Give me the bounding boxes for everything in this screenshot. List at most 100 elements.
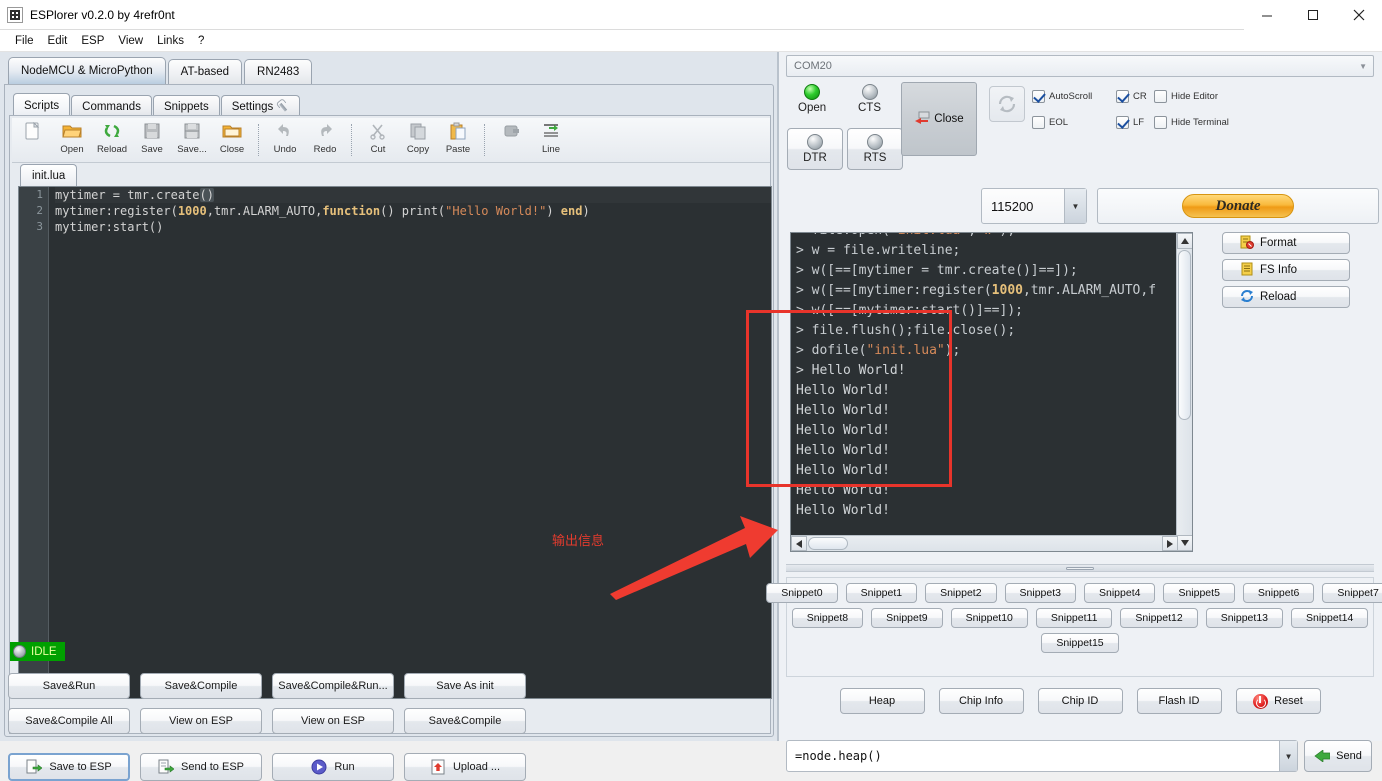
chevron-down-icon[interactable]: ▼ — [1279, 741, 1297, 771]
lf-checkbox-row[interactable]: LF — [1116, 116, 1144, 129]
maximize-button[interactable] — [1290, 0, 1336, 30]
toolbar-close[interactable]: Close — [212, 119, 252, 162]
tab-settings[interactable]: Settings — [220, 95, 301, 117]
left-panel: NodeMCU & MicroPython AT-based RN2483 Sc… — [0, 52, 779, 781]
send-command-button[interactable]: Send — [1304, 740, 1372, 772]
scroll-left-icon[interactable] — [791, 536, 807, 551]
chip-id-button[interactable]: Chip ID — [1037, 688, 1123, 714]
terminal-horizontal-scrollbar[interactable] — [791, 535, 1178, 551]
autoscroll-checkbox[interactable] — [1032, 90, 1045, 103]
terminal-line: Hello World! — [796, 443, 890, 458]
snippet-button-4[interactable]: Snippet4 — [1084, 583, 1156, 603]
code-editor[interactable]: 1 2 3 mytimer = tmr.create() mytimer:reg… — [18, 186, 772, 699]
format-button[interactable]: Format — [1222, 232, 1350, 254]
lf-checkbox[interactable] — [1116, 116, 1129, 129]
toolbar-paste[interactable]: Paste — [438, 119, 478, 162]
terminal-vertical-scrollbar[interactable] — [1176, 233, 1192, 551]
toolbar-save-as[interactable]: Save... — [172, 119, 212, 162]
snippet-button-6[interactable]: Snippet6 — [1242, 583, 1315, 603]
rts-button[interactable]: RTS — [847, 128, 903, 170]
serial-terminal[interactable]: > file.open("init.lua","w"); > w = file.… — [790, 232, 1193, 552]
close-button[interactable] — [1336, 0, 1382, 30]
snippet-button-15[interactable]: Snippet15 — [1041, 633, 1119, 653]
cr-checkbox[interactable] — [1116, 90, 1129, 103]
tab-at-based[interactable]: AT-based — [167, 59, 243, 84]
eol-checkbox[interactable] — [1032, 116, 1045, 129]
flash-id-button[interactable]: Flash ID — [1136, 688, 1222, 714]
tab-commands[interactable]: Commands — [71, 95, 152, 117]
toolbar-redo[interactable]: Redo — [305, 119, 345, 162]
toolbar-line[interactable]: Line — [531, 119, 571, 162]
com-port-selector[interactable]: COM20 ▼ — [786, 55, 1374, 77]
toolbar-save[interactable]: Save — [132, 119, 172, 162]
cr-checkbox-row[interactable]: CR — [1116, 90, 1147, 103]
snippet-button-10[interactable]: Snippet10 — [950, 608, 1028, 628]
run-button[interactable]: Run — [272, 753, 394, 781]
upload-button[interactable]: Upload ... — [404, 753, 526, 781]
menu-view[interactable]: View — [111, 33, 150, 49]
chip-info-button[interactable]: Chip Info — [938, 688, 1024, 714]
autoscroll-checkbox-row[interactable]: AutoScroll — [1032, 90, 1092, 103]
scroll-up-icon[interactable] — [1177, 233, 1192, 249]
save-compile-all-button[interactable]: Save&Compile All — [8, 708, 130, 734]
snippet-button-11[interactable]: Snippet11 — [1035, 608, 1113, 628]
reset-button[interactable]: Reset — [1235, 688, 1321, 714]
view-on-esp-button-2[interactable]: View on ESP — [272, 708, 394, 734]
toolbar-cut[interactable]: Cut — [358, 119, 398, 162]
eol-checkbox-row[interactable]: EOL — [1032, 116, 1068, 129]
snippet-button-0[interactable]: Snippet0 — [766, 583, 838, 603]
save-compile-run-button[interactable]: Save&Compile&Run... — [272, 673, 394, 699]
splitter-handle[interactable] — [786, 564, 1374, 572]
snippet-button-1[interactable]: Snippet1 — [845, 583, 918, 603]
refresh-ports-button[interactable] — [989, 86, 1025, 122]
terminal-hscroll-thumb[interactable] — [808, 537, 848, 550]
hide-terminal-checkbox[interactable] — [1154, 116, 1167, 129]
toolbar-reload[interactable]: Reload — [92, 119, 132, 162]
tab-rn2483[interactable]: RN2483 — [244, 59, 313, 84]
terminal-vscroll-thumb[interactable] — [1178, 250, 1191, 420]
menu-file[interactable]: File — [8, 33, 41, 49]
hide-editor-checkbox[interactable] — [1154, 90, 1167, 103]
fs-info-button[interactable]: FS Info — [1222, 259, 1350, 281]
toolbar-copy[interactable]: Copy — [398, 119, 438, 162]
menu-edit[interactable]: Edit — [41, 33, 75, 49]
close-connection-button[interactable]: Close — [901, 82, 977, 156]
menu-esp[interactable]: ESP — [74, 33, 111, 49]
heap-button[interactable]: Heap — [839, 688, 925, 714]
toolbar-new[interactable] — [12, 119, 52, 162]
send-to-esp-button[interactable]: Send to ESP — [140, 753, 262, 781]
toolbar-undo[interactable]: Undo — [265, 119, 305, 162]
scroll-down-icon[interactable] — [1177, 535, 1192, 551]
snippet-button-8[interactable]: Snippet8 — [791, 608, 864, 628]
menu-links[interactable]: Links — [150, 33, 191, 49]
file-tab-init-lua[interactable]: init.lua — [20, 164, 78, 186]
snippet-button-13[interactable]: Snippet13 — [1205, 608, 1283, 628]
snippet-button-9[interactable]: Snippet9 — [871, 608, 943, 628]
snippet-button-12[interactable]: Snippet12 — [1120, 608, 1198, 628]
snippet-button-14[interactable]: Snippet14 — [1291, 608, 1369, 628]
toolbar-comment[interactable] — [491, 119, 531, 162]
copy-icon — [407, 122, 429, 143]
save-and-run-button[interactable]: Save&Run — [8, 673, 130, 699]
tab-scripts[interactable]: Scripts — [13, 93, 71, 117]
menu-help[interactable]: ? — [191, 33, 211, 49]
toolbar-open[interactable]: Open — [52, 119, 92, 162]
hide-terminal-checkbox-row[interactable]: Hide Terminal — [1154, 116, 1229, 129]
dtr-button[interactable]: DTR — [787, 128, 843, 170]
save-as-init-button[interactable]: Save As init — [404, 673, 526, 699]
save-and-compile-button[interactable]: Save&Compile — [140, 673, 262, 699]
view-on-esp-button-1[interactable]: View on ESP — [140, 708, 262, 734]
snippet-button-2[interactable]: Snippet2 — [925, 583, 997, 603]
snippet-button-5[interactable]: Snippet5 — [1163, 583, 1235, 603]
save-compile-button-2[interactable]: Save&Compile — [404, 708, 526, 734]
tab-nodemcu-micropython[interactable]: NodeMCU & MicroPython — [8, 57, 166, 84]
scroll-right-icon[interactable] — [1162, 536, 1178, 551]
command-input[interactable]: =node.heap() ▼ — [786, 740, 1298, 772]
save-to-esp-button[interactable]: Save to ESP — [8, 753, 130, 781]
hide-editor-checkbox-row[interactable]: Hide Editor — [1154, 90, 1218, 103]
snippet-button-7[interactable]: Snippet7 — [1322, 583, 1382, 603]
minimize-button[interactable] — [1244, 0, 1290, 30]
tab-snippets[interactable]: Snippets — [152, 95, 220, 117]
reload-fs-button[interactable]: Reload — [1222, 286, 1350, 308]
snippet-button-3[interactable]: Snippet3 — [1004, 583, 1076, 603]
